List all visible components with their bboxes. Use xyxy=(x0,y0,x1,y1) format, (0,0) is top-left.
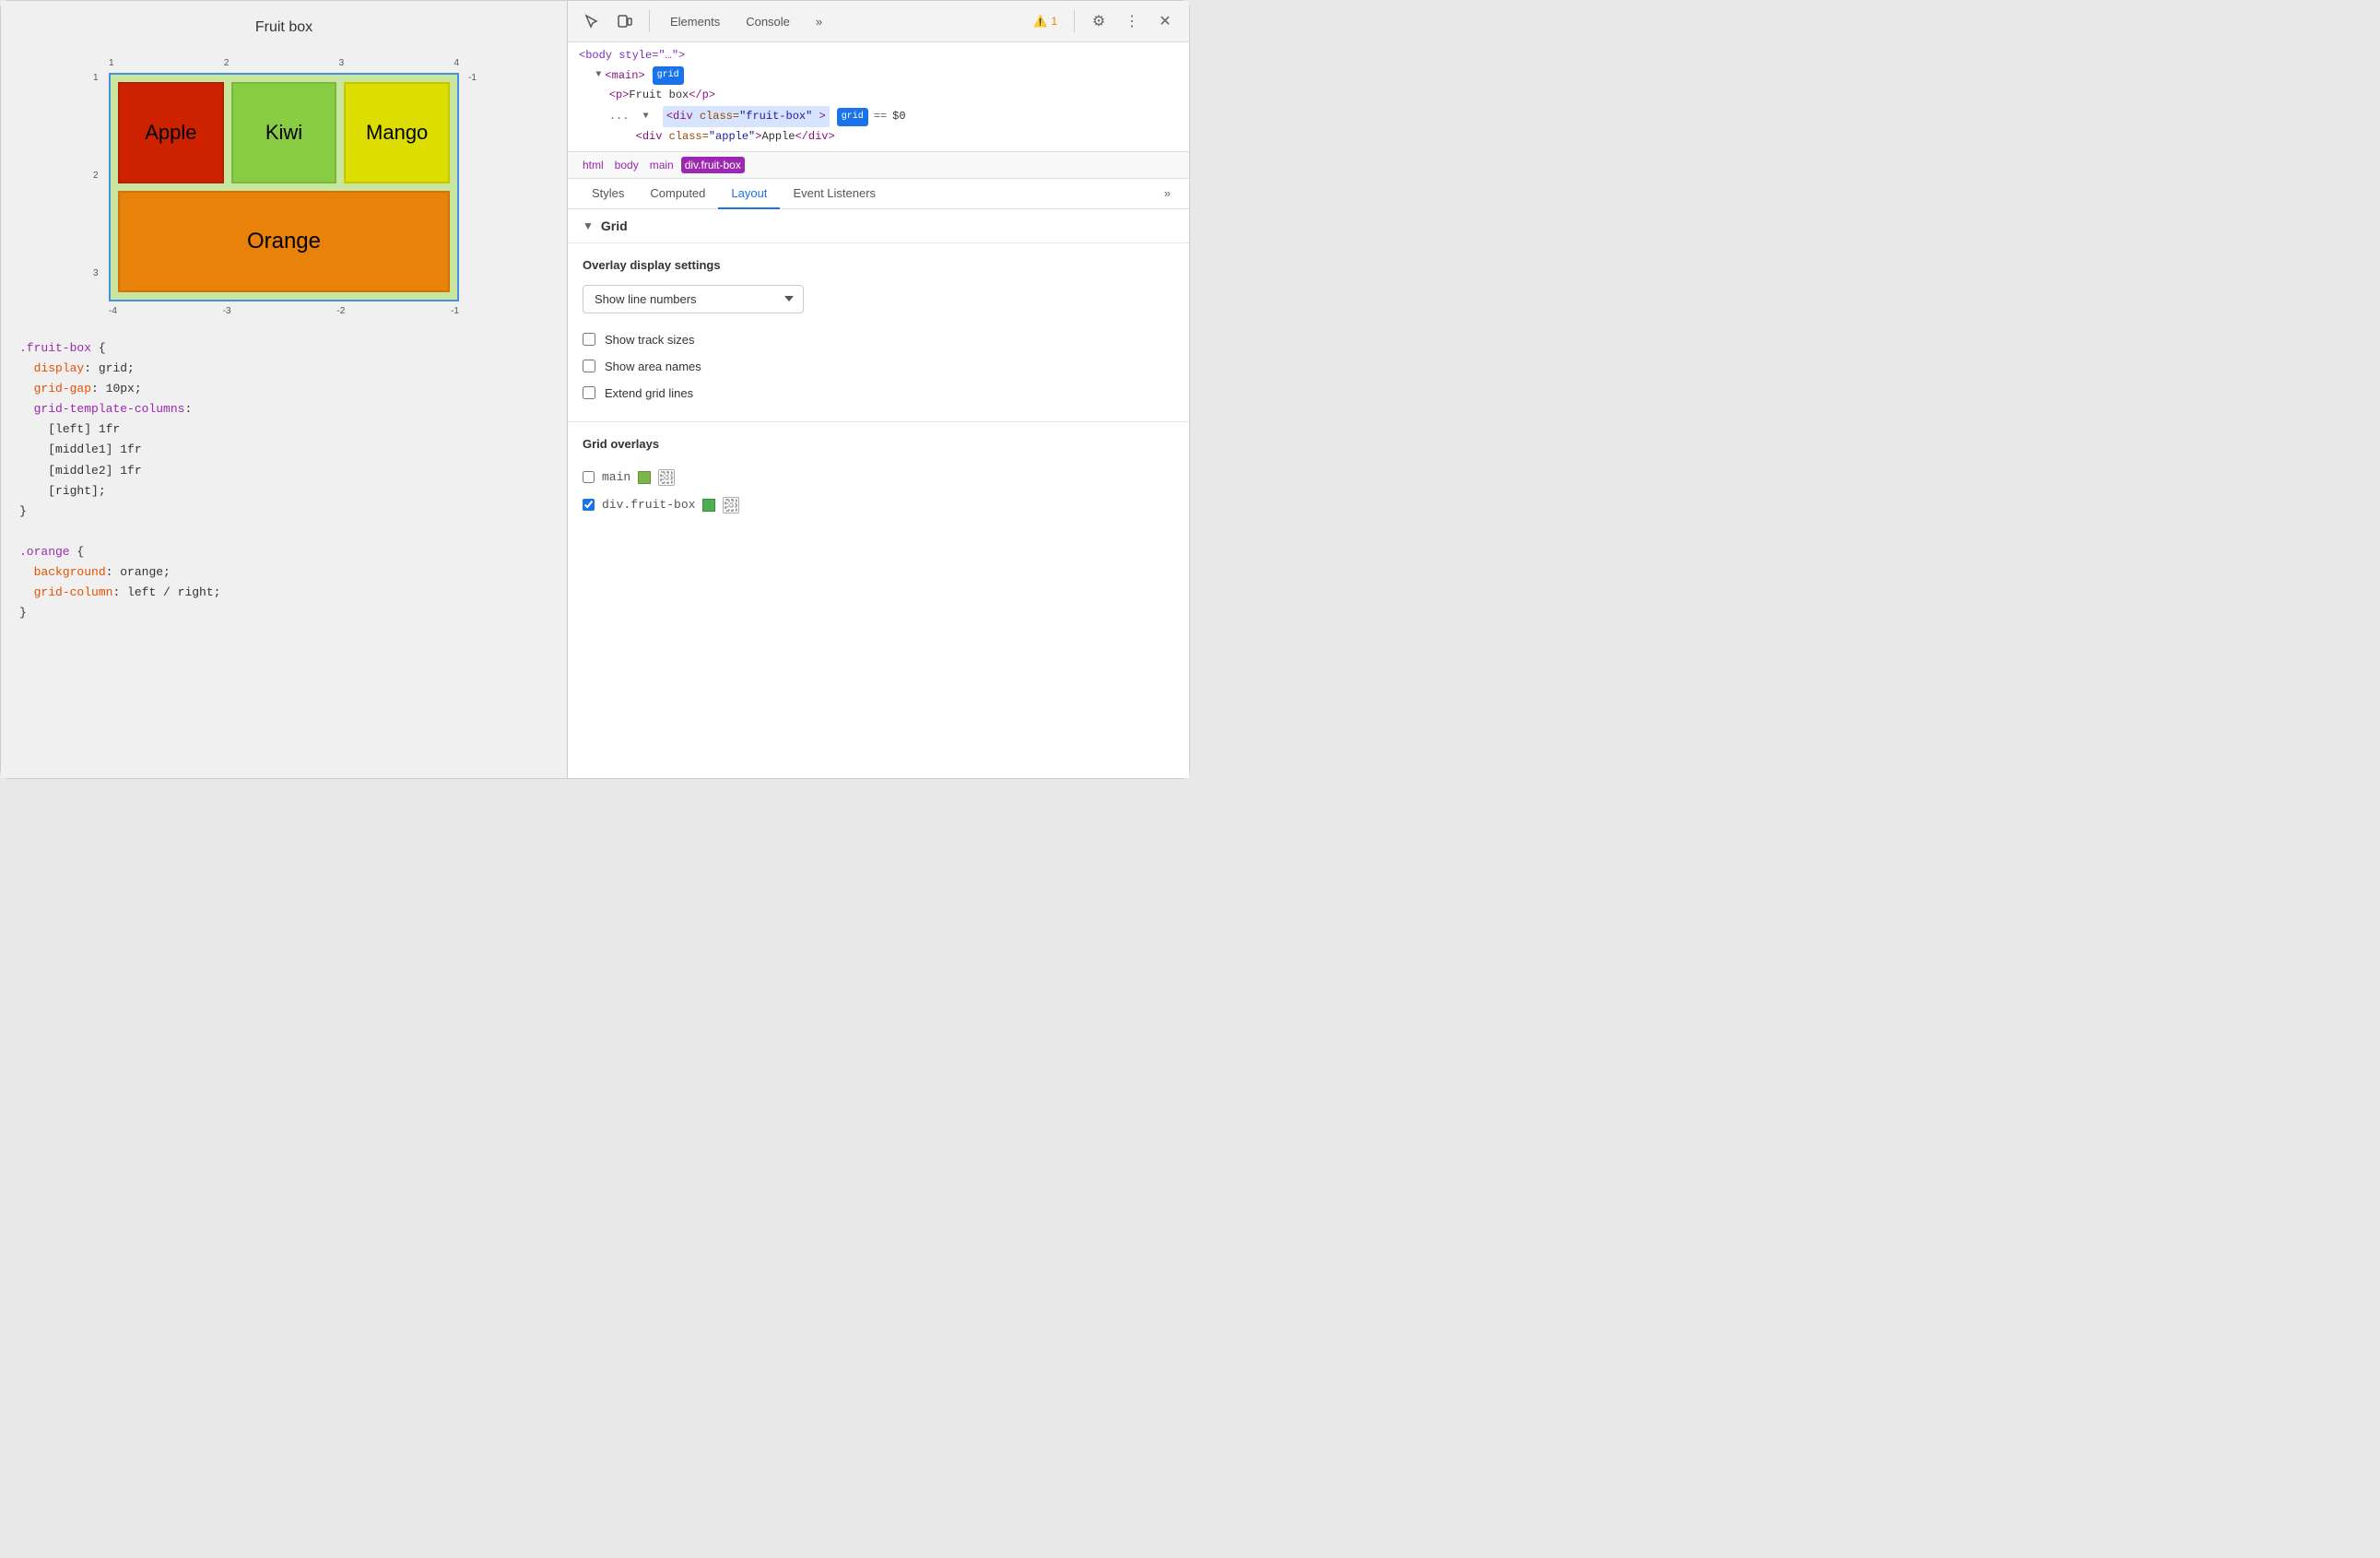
grid-section-label: Grid xyxy=(601,218,628,233)
warning-icon: ⚠️ xyxy=(1033,15,1047,28)
device-toggle-button[interactable] xyxy=(612,8,638,34)
dom-area: <body style="…"> ▼ <main> grid <p>Fruit … xyxy=(568,42,1189,152)
extend-grid-lines-checkbox[interactable] xyxy=(583,386,595,399)
left-numbers: 1 2 3 xyxy=(93,73,99,278)
panel-tabs: Styles Computed Layout Event Listeners » xyxy=(568,179,1189,209)
tab-more[interactable]: » xyxy=(807,11,831,32)
tab-more-panels[interactable]: » xyxy=(1157,179,1178,209)
dom-line-apple: <div class="apple">Apple</div> xyxy=(579,127,1178,148)
header-separator-2 xyxy=(1074,10,1075,32)
dom-line-body: <body style="…"> xyxy=(579,46,1178,66)
dom-line-div-fruitbox: ... ▼ <div class="fruit-box" > grid == $… xyxy=(579,106,1178,128)
breadcrumb: html body main div.fruit-box xyxy=(568,152,1189,179)
overlay-mode-select[interactable]: Show line numbers Show track sizes Show … xyxy=(583,285,804,313)
warning-count: 1 xyxy=(1051,15,1057,28)
grid-section-arrow: ▼ xyxy=(583,219,594,232)
show-track-sizes-row: Show track sizes xyxy=(583,326,1174,353)
overlay-fruitbox-color-swatch[interactable] xyxy=(702,499,715,512)
breadcrumb-body[interactable]: body xyxy=(611,157,642,173)
tab-styles[interactable]: Styles xyxy=(579,179,637,209)
cursor-icon-button[interactable] xyxy=(579,8,605,34)
dom-line-main: ▼ <main> grid xyxy=(579,66,1178,87)
right-numbers: -1 xyxy=(468,73,477,83)
show-track-sizes-checkbox[interactable] xyxy=(583,333,595,346)
overlay-settings-title: Overlay display settings xyxy=(583,258,1174,272)
kiwi-cell: Kiwi xyxy=(231,82,337,183)
panel-content: ▼ Grid Overlay display settings Show lin… xyxy=(568,209,1189,778)
overlay-fruitbox-grid-icon[interactable] xyxy=(723,497,739,513)
breadcrumb-main[interactable]: main xyxy=(646,157,677,173)
grid-overlays-section: Grid overlays main div.fruit- xyxy=(568,422,1189,534)
fruit-grid: Apple Kiwi Mango Orange xyxy=(109,73,459,301)
tab-layout[interactable]: Layout xyxy=(718,179,780,209)
tab-event-listeners[interactable]: Event Listeners xyxy=(780,179,889,209)
header-separator xyxy=(649,10,650,32)
top-numbers: 1 2 3 4 xyxy=(109,58,459,68)
extend-grid-lines-label: Extend grid lines xyxy=(605,386,693,400)
show-area-names-checkbox[interactable] xyxy=(583,360,595,372)
tab-elements[interactable]: Elements xyxy=(661,11,729,32)
grid-visualization: 1 2 3 4 1 2 3 -1 Apple Kiwi Mango Orange… xyxy=(86,54,482,320)
tab-console[interactable]: Console xyxy=(736,11,799,32)
grid-overlays-title: Grid overlays xyxy=(583,437,1174,451)
show-area-names-row: Show area names xyxy=(583,353,1174,380)
breadcrumb-html[interactable]: html xyxy=(579,157,607,173)
grid-section-header[interactable]: ▼ Grid xyxy=(568,209,1189,243)
tab-computed[interactable]: Computed xyxy=(637,179,718,209)
selected-dom-element[interactable]: <div class="fruit-box" > xyxy=(663,106,830,128)
overlay-main-color-swatch[interactable] xyxy=(638,471,651,484)
close-button[interactable]: ✕ xyxy=(1152,8,1178,34)
overlay-dropdown-row: Show line numbers Show track sizes Show … xyxy=(583,285,1174,313)
overlay-item-fruitbox: div.fruit-box xyxy=(583,491,1174,519)
left-panel: Fruit box 1 2 3 4 1 2 3 -1 Apple Kiwi Ma… xyxy=(1,1,568,778)
overlay-main-checkbox[interactable] xyxy=(583,471,595,483)
overlay-fruitbox-checkbox[interactable] xyxy=(583,499,595,511)
orange-cell: Orange xyxy=(118,191,450,292)
overlay-settings-section: Overlay display settings Show line numbe… xyxy=(568,243,1189,422)
show-area-names-label: Show area names xyxy=(605,360,701,373)
show-track-sizes-label: Show track sizes xyxy=(605,333,695,347)
overlay-main-name: main xyxy=(602,470,630,484)
overlay-main-grid-icon[interactable] xyxy=(658,469,675,486)
warning-badge: ⚠️ 1 xyxy=(1028,13,1063,30)
extend-grid-lines-row: Extend grid lines xyxy=(583,380,1174,407)
breadcrumb-fruitbox[interactable]: div.fruit-box xyxy=(681,157,745,173)
panel-title: Fruit box xyxy=(19,19,548,36)
settings-button[interactable]: ⚙ xyxy=(1086,8,1112,34)
mango-cell: Mango xyxy=(344,82,450,183)
devtools-header: Elements Console » ⚠️ 1 ⚙ ⋮ ✕ xyxy=(568,1,1189,42)
fruitbox-grid-badge: grid xyxy=(837,108,868,126)
css-code-block: .fruit-box { display: grid; grid-gap: 10… xyxy=(19,338,548,623)
bottom-numbers: -4 -3 -2 -1 xyxy=(109,306,459,316)
dom-line-p: <p>Fruit box</p> xyxy=(579,86,1178,106)
main-grid-badge: grid xyxy=(653,66,684,85)
overlay-item-main: main xyxy=(583,464,1174,491)
apple-cell: Apple xyxy=(118,82,224,183)
overlay-fruitbox-name: div.fruit-box xyxy=(602,498,695,512)
devtools-panel: Elements Console » ⚠️ 1 ⚙ ⋮ ✕ <body styl… xyxy=(568,1,1189,778)
more-options-button[interactable]: ⋮ xyxy=(1119,8,1145,34)
